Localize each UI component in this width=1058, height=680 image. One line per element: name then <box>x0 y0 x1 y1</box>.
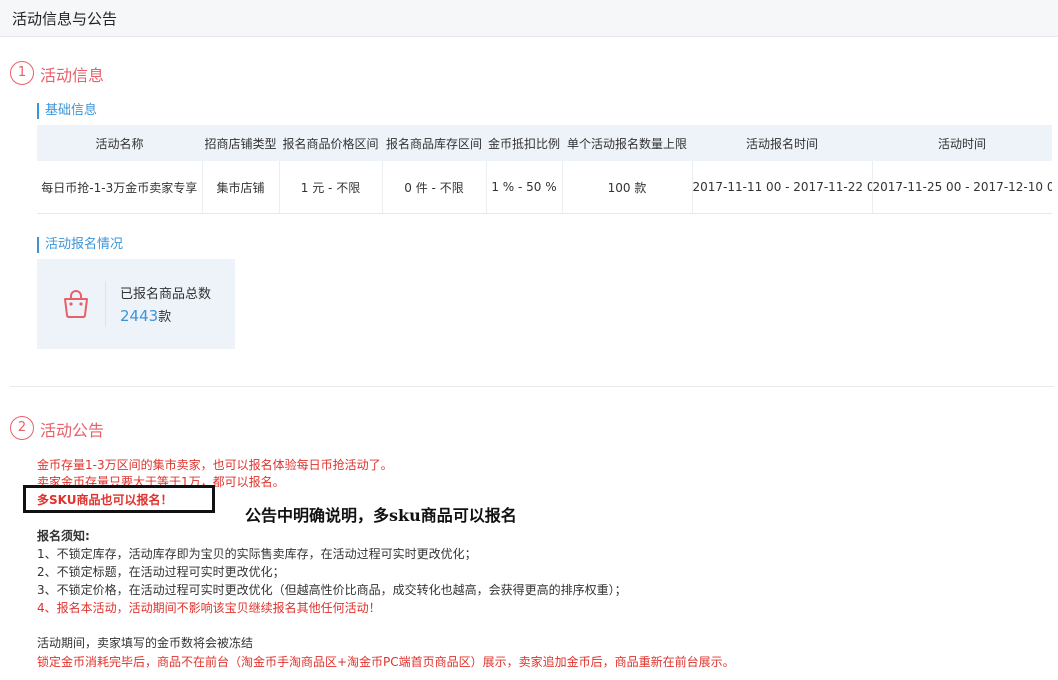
signup-count-number: 2443 <box>120 307 159 325</box>
table-header-row: 活动名称 招商店铺类型 报名商品价格区间 报名商品库存区间 金币抵扣比例 单个活… <box>37 125 1052 161</box>
page-header: 活动信息与公告 <box>0 0 1058 37</box>
annotation-highlight-box <box>23 485 215 513</box>
signup-count-unit: 款 <box>158 310 172 325</box>
notice-rule: 1、不锁定库存，活动库存即为宝贝的实际售卖库存，在活动过程可实时更改优化； <box>37 547 477 561</box>
column-header: 活动报名时间 <box>692 125 872 161</box>
notice-title: 报名须知: <box>37 529 90 543</box>
notice-rule: 4、报名本活动，活动期间不影响该宝贝继续报名其他任何活动！ <box>37 601 381 615</box>
announcement-line: 金币存量1-3万区间的集市卖家，也可以报名体验每日币抢活动了。 <box>37 458 393 472</box>
column-header: 活动时间 <box>872 125 1052 161</box>
column-header: 招商店铺类型 <box>202 125 279 161</box>
table-row: 每日币抢-1-3万金币卖家专享 集市店铺 1 元 - 不限 0 件 - 不限 1… <box>37 161 1052 214</box>
signup-stat-card: 已报名商品总数 2443款 <box>37 259 235 349</box>
table-cell: 1 元 - 不限 <box>278 161 382 214</box>
column-header: 活动名称 <box>37 125 202 161</box>
period-note: 活动期间，卖家填写的金币数将会被冻结 <box>37 636 254 650</box>
notice-rule: 2、不锁定标题，在活动过程可实时更改优化； <box>37 565 285 579</box>
table-cell: 0 件 - 不限 <box>381 161 486 214</box>
activity-info-table: 活动名称 招商店铺类型 报名商品价格区间 报名商品库存区间 金币抵扣比例 单个活… <box>37 125 1052 214</box>
annotation-text: 公告中明确说明，多sku商品可以报名 <box>245 506 517 525</box>
notice-rule: 3、不锁定价格，在活动过程可实时更改优化（但越高性价比商品，成交转化也越高，会获… <box>37 583 627 597</box>
signup-count-value: 2443款 <box>120 306 171 325</box>
section-divider <box>10 386 1054 387</box>
freeze-note: 锁定金币消耗完毕后，商品不在前台（淘金币手淘商品区+淘金币PC端首页商品区）展示… <box>37 655 735 669</box>
section-title-activity-info: 活动信息 <box>40 66 105 85</box>
table-cell: 每日币抢-1-3万金币卖家专享 <box>37 161 202 214</box>
table-cell: 2017-11-11 00 - 2017-11-22 00 <box>691 161 872 214</box>
column-header: 金币抵扣比例 <box>486 125 562 161</box>
step-number-2: 2 <box>10 416 34 440</box>
table-cell: 1 % - 50 % <box>485 161 562 214</box>
table-cell: 集市店铺 <box>201 161 279 214</box>
table-cell: 100 款 <box>561 161 692 214</box>
column-header: 报名商品库存区间 <box>382 125 486 161</box>
section-title-announcement: 活动公告 <box>40 421 105 440</box>
column-header: 报名商品价格区间 <box>279 125 382 161</box>
basic-info-heading: 基础信息 <box>37 103 97 119</box>
page-title: 活动信息与公告 <box>12 10 118 28</box>
shopping-bag-icon <box>64 290 88 318</box>
signup-count-label: 已报名商品总数 <box>120 287 212 302</box>
signup-status-heading: 活动报名情况 <box>37 237 123 253</box>
column-header: 单个活动报名数量上限 <box>562 125 692 161</box>
table-cell: 2017-11-25 00 - 2017-12-10 00 <box>871 161 1052 214</box>
step-number-1: 1 <box>10 61 34 85</box>
stat-divider <box>105 281 106 327</box>
